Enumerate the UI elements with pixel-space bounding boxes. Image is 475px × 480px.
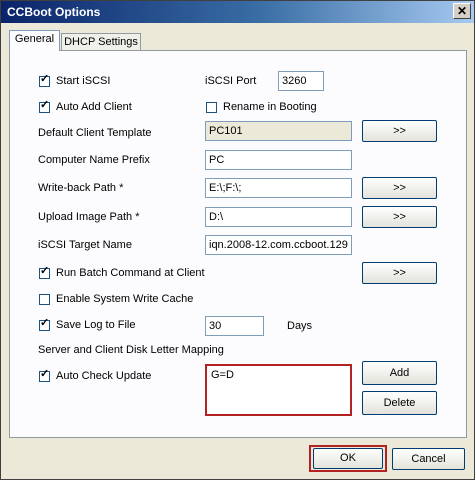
save-log-days-unit: Days xyxy=(287,320,313,332)
cancel-button[interactable]: Cancel xyxy=(392,448,465,470)
auto-check-update-label: Auto Check Update xyxy=(56,370,152,382)
disk-letter-mapping-label: Server and Client Disk Letter Mapping xyxy=(38,344,224,356)
write-back-path-input[interactable]: E:\;F:\; xyxy=(205,178,352,198)
check-mark-icon: ✓ xyxy=(40,368,50,380)
disk-letter-mapping-textarea[interactable]: G=D xyxy=(205,364,352,416)
mapping-delete-button[interactable]: Delete xyxy=(362,391,437,415)
default-client-template-label: Default Client Template xyxy=(38,127,152,139)
options-dialog: CCBoot Options ✕ General DHCP Settings ✓… xyxy=(0,0,475,480)
check-mark-icon xyxy=(207,100,216,109)
run-batch-command-label: Run Batch Command at Client xyxy=(56,267,205,279)
start-iscsi-checkbox[interactable]: ✓ xyxy=(39,73,50,87)
tab-general[interactable]: General xyxy=(9,30,60,51)
upload-image-path-input[interactable]: D:\ xyxy=(205,207,352,227)
system-write-cache-label: Enable System Write Cache xyxy=(56,293,194,305)
write-back-path-browse-button[interactable]: >> xyxy=(362,177,437,199)
default-client-template-browse-button[interactable]: >> xyxy=(362,120,437,142)
window-title: CCBoot Options xyxy=(7,5,101,19)
rename-in-booting-checkbox[interactable] xyxy=(206,102,217,113)
start-iscsi-label: Start iSCSI xyxy=(56,75,111,87)
upload-image-path-label: Upload Image Path * xyxy=(38,211,140,223)
save-log-label: Save Log to File xyxy=(56,319,136,331)
general-panel: ✓ Start iSCSI iSCSI Port 3260 ✓ Auto Add… xyxy=(9,50,467,438)
computer-name-prefix-input[interactable]: PC xyxy=(205,150,352,170)
ok-button[interactable]: OK xyxy=(313,448,383,469)
run-batch-command-browse-button[interactable]: >> xyxy=(362,262,437,284)
run-batch-command-checkbox[interactable]: ✓ xyxy=(39,265,50,279)
auto-add-client-checkbox[interactable]: ✓ xyxy=(39,99,50,113)
close-button[interactable]: ✕ xyxy=(453,3,471,19)
check-mark-icon: ✓ xyxy=(40,265,50,277)
computer-name-prefix-label: Computer Name Prefix xyxy=(38,154,150,166)
system-write-cache-checkbox[interactable] xyxy=(39,294,50,305)
iscsi-target-name-label: iSCSI Target Name xyxy=(38,239,132,251)
upload-image-path-browse-button[interactable]: >> xyxy=(362,206,437,228)
tab-dhcp-settings[interactable]: DHCP Settings xyxy=(61,33,141,51)
rename-in-booting-label: Rename in Booting xyxy=(223,101,317,113)
save-log-checkbox[interactable]: ✓ xyxy=(39,317,50,331)
iscsi-target-name-input[interactable]: iqn.2008-12.com.ccboot.129 xyxy=(205,235,352,255)
check-mark-icon: ✓ xyxy=(40,99,50,111)
ok-button-highlight: OK xyxy=(309,445,387,472)
save-log-days-input[interactable]: 30 xyxy=(205,316,264,336)
check-mark-icon xyxy=(40,292,49,301)
iscsi-port-input[interactable]: 3260 xyxy=(278,71,324,91)
default-client-template-field[interactable]: PC101 xyxy=(205,121,352,141)
mapping-add-button[interactable]: Add xyxy=(362,361,437,385)
title-bar: CCBoot Options ✕ xyxy=(1,1,474,23)
write-back-path-label: Write-back Path * xyxy=(38,182,124,194)
auto-add-client-label: Auto Add Client xyxy=(56,101,132,113)
check-mark-icon: ✓ xyxy=(40,317,50,329)
auto-check-update-checkbox[interactable]: ✓ xyxy=(39,368,50,382)
iscsi-port-label: iSCSI Port xyxy=(205,75,257,87)
check-mark-icon: ✓ xyxy=(40,73,50,85)
